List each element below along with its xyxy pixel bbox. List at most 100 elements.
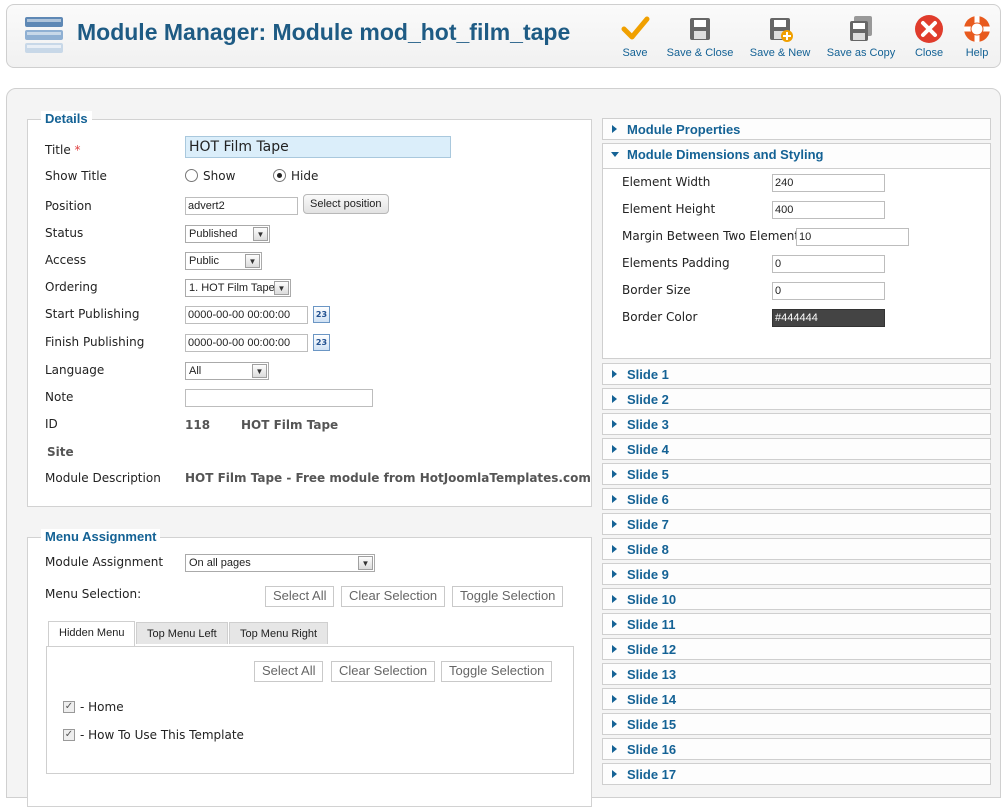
description-value: HOT Film Tape - Free module from HotJoom…	[185, 471, 591, 485]
slide-accordion-10[interactable]: Slide 10	[602, 588, 991, 610]
border-size-label: Border Size	[622, 283, 691, 297]
slide-accordion-8[interactable]: Slide 8	[602, 538, 991, 560]
border-size-input[interactable]: 0	[772, 282, 885, 300]
slide-label: Slide 5	[627, 467, 669, 482]
slide-label: Slide 14	[627, 692, 677, 707]
toggle-selection-button[interactable]: Toggle Selection	[452, 586, 564, 607]
status-select[interactable]: Published ▼	[185, 225, 270, 243]
help-button[interactable]: Help	[959, 13, 995, 59]
slide-label: Slide 6	[627, 492, 669, 507]
floppy-disk-icon	[684, 13, 716, 45]
slide-label: Slide 12	[627, 642, 677, 657]
slide-accordion-17[interactable]: Slide 17	[602, 763, 991, 785]
module-icon	[21, 13, 67, 59]
clear-selection-button[interactable]: Clear Selection	[331, 661, 436, 682]
caret-right-icon	[612, 470, 617, 478]
slide-accordion-3[interactable]: Slide 3	[602, 413, 991, 435]
border-color-label: Border Color	[622, 310, 698, 324]
details-legend: Details	[41, 111, 92, 126]
slide-accordion-11[interactable]: Slide 11	[602, 613, 991, 635]
module-assignment-select[interactable]: On all pages ▼	[185, 554, 375, 572]
menu-item-checkbox[interactable]: ✓	[63, 729, 75, 741]
calendar-icon[interactable]: 23	[313, 306, 330, 323]
slide-label: Slide 4	[627, 442, 669, 457]
caret-right-icon	[612, 770, 617, 778]
position-input[interactable]: advert2	[185, 197, 298, 215]
menu-tab-panel: Select All Clear Selection Toggle Select…	[46, 646, 574, 774]
menu-selection-label: Menu Selection:	[45, 587, 142, 601]
description-label: Module Description	[45, 471, 161, 485]
save-new-button[interactable]: Save & New	[747, 13, 813, 59]
save-close-button[interactable]: Save & Close	[665, 13, 735, 59]
save-button[interactable]: Save	[615, 13, 655, 59]
caret-right-icon	[612, 645, 617, 653]
caret-right-icon	[612, 595, 617, 603]
status-label: Status	[45, 226, 84, 240]
show-title-hide-radio[interactable]	[273, 169, 286, 182]
menu-assignment-fieldset: Menu Assignment Module Assignment On all…	[27, 529, 592, 807]
slide-accordion-4[interactable]: Slide 4	[602, 438, 991, 460]
finish-publishing-input[interactable]: 0000-00-00 00:00:00	[185, 334, 308, 352]
module-dimensions-accordion[interactable]: Module Dimensions and Styling	[602, 143, 991, 169]
slide-label: Slide 15	[627, 717, 677, 732]
caret-right-icon	[612, 395, 617, 403]
tab-top-menu-left[interactable]: Top Menu Left	[136, 622, 228, 644]
toggle-selection-button[interactable]: Toggle Selection	[441, 661, 553, 682]
select-all-button[interactable]: Select All	[254, 661, 324, 682]
slide-accordion-1[interactable]: Slide 1	[602, 363, 991, 385]
position-label: Position	[45, 199, 92, 213]
title-input[interactable]: HOT Film Tape	[185, 136, 451, 158]
close-button[interactable]: Close	[910, 13, 948, 59]
start-publishing-input[interactable]: 0000-00-00 00:00:00	[185, 306, 308, 324]
slide-accordion-16[interactable]: Slide 16	[602, 738, 991, 760]
chevron-down-icon: ▼	[274, 281, 289, 295]
slide-accordion-14[interactable]: Slide 14	[602, 688, 991, 710]
border-color-input[interactable]: #444444	[772, 309, 885, 327]
select-all-button[interactable]: Select All	[265, 586, 335, 607]
chevron-down-icon: ▼	[252, 364, 267, 378]
note-input[interactable]	[185, 389, 373, 407]
tab-top-menu-right[interactable]: Top Menu Right	[229, 622, 329, 644]
start-publishing-label: Start Publishing	[45, 307, 140, 321]
select-position-button[interactable]: Select position	[303, 194, 389, 214]
element-height-input[interactable]: 400	[772, 201, 885, 219]
site-label: Site	[47, 445, 74, 459]
slide-label: Slide 7	[627, 517, 669, 532]
ordering-select[interactable]: 1. HOT Film Tape ▼	[185, 279, 291, 297]
caret-right-icon	[612, 720, 617, 728]
language-select[interactable]: All ▼	[185, 362, 269, 380]
slide-accordion-7[interactable]: Slide 7	[602, 513, 991, 535]
access-select[interactable]: Public ▼	[185, 252, 262, 270]
slide-accordion-2[interactable]: Slide 2	[602, 388, 991, 410]
caret-right-icon	[612, 445, 617, 453]
close-icon	[913, 13, 945, 45]
menu-item-checkbox[interactable]: ✓	[63, 701, 75, 713]
slide-accordion-5[interactable]: Slide 5	[602, 463, 991, 485]
save-as-copy-button[interactable]: Save as Copy	[825, 13, 897, 59]
note-label: Note	[45, 390, 74, 404]
slide-accordion-9[interactable]: Slide 9	[602, 563, 991, 585]
slide-accordion-13[interactable]: Slide 13	[602, 663, 991, 685]
caret-right-icon	[612, 420, 617, 428]
elements-padding-input[interactable]: 0	[772, 255, 885, 273]
margin-input[interactable]: 10	[796, 228, 909, 246]
calendar-icon[interactable]: 23	[313, 334, 330, 351]
show-title-show-radio[interactable]	[185, 169, 198, 182]
caret-right-icon	[612, 695, 617, 703]
floppy-plus-icon	[764, 13, 796, 45]
tab-hidden-menu[interactable]: Hidden Menu	[48, 621, 136, 648]
title-label: Title *	[45, 143, 81, 157]
element-width-input[interactable]: 240	[772, 174, 885, 192]
id-label: ID	[45, 417, 58, 431]
element-height-label: Element Height	[622, 202, 716, 216]
module-properties-accordion[interactable]: Module Properties	[602, 118, 991, 140]
margin-label: Margin Between Two Elements	[622, 229, 806, 243]
slide-accordion-6[interactable]: Slide 6	[602, 488, 991, 510]
id-name: HOT Film Tape	[241, 418, 339, 432]
slide-label: Slide 2	[627, 392, 669, 407]
slide-accordion-12[interactable]: Slide 12	[602, 638, 991, 660]
slide-label: Slide 11	[627, 617, 676, 632]
slide-accordion-15[interactable]: Slide 15	[602, 713, 991, 735]
slide-label: Slide 3	[627, 417, 669, 432]
clear-selection-button[interactable]: Clear Selection	[341, 586, 446, 607]
